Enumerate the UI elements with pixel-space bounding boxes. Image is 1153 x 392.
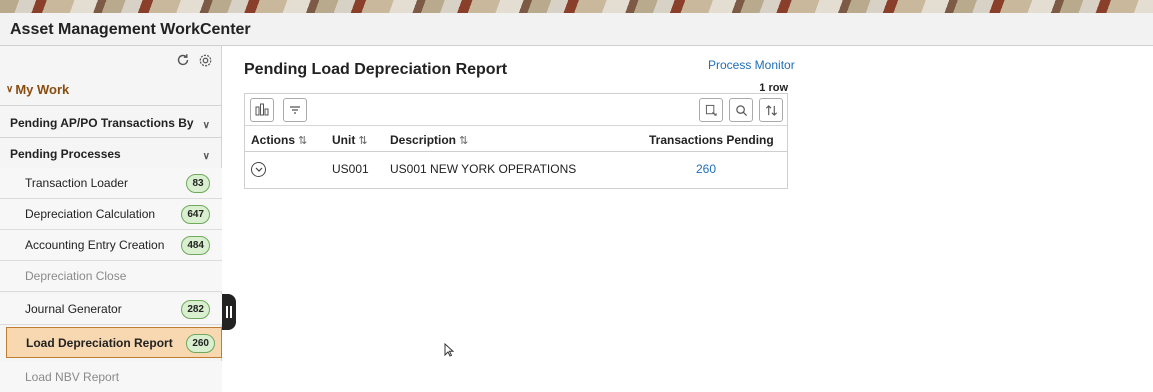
sidebar-item-label: Load NBV Report: [25, 369, 120, 384]
sidebar-item-label: Transaction Loader: [25, 176, 128, 190]
sort-icon[interactable]: [759, 98, 783, 122]
col-unit[interactable]: Unit ⇅: [332, 133, 368, 147]
table-row: US001 US001 NEW YORK OPERATIONS 260: [245, 152, 787, 188]
search-icon[interactable]: [729, 98, 753, 122]
process-monitor-link[interactable]: Process Monitor: [708, 58, 795, 72]
col-transactions-pending[interactable]: Transactions Pending: [649, 133, 774, 147]
row-actions-icon[interactable]: [251, 162, 266, 177]
count-badge: 282: [181, 300, 210, 319]
mouse-cursor-icon: [444, 342, 455, 362]
sidebar-item-accounting-entry-creation[interactable]: Accounting Entry Creation 484: [0, 230, 222, 261]
main-title: Pending Load Depreciation Report: [244, 61, 508, 78]
group-pending-processes[interactable]: Pending Processes ∨: [0, 138, 222, 170]
cell-description: US001 NEW YORK OPERATIONS: [390, 162, 577, 176]
grid-header-row: Actions ⇅ Unit ⇅ Description ⇅ Transactions…: [245, 126, 787, 152]
divider: [0, 105, 222, 106]
group-label: Pending Processes: [10, 147, 121, 161]
sidebar-item-label: Journal Generator: [25, 302, 122, 316]
collapse-handle-icon[interactable]: [222, 294, 236, 330]
sidebar-item-load-depreciation-report[interactable]: Load Depreciation Report 260: [6, 327, 222, 358]
cell-unit: US001: [332, 162, 369, 176]
sidebar-item-depreciation-close[interactable]: Depreciation Close: [0, 261, 222, 292]
title-bar: Asset Management WorkCenter: [0, 13, 1153, 46]
header-banner: [0, 0, 1153, 13]
count-badge: 484: [181, 236, 210, 255]
sidebar-item-label: Load Depreciation Report: [26, 335, 173, 350]
refresh-icon[interactable]: [175, 52, 191, 68]
my-work-label: My Work: [15, 81, 70, 97]
chevron-down-icon: ∨: [202, 120, 210, 131]
col-description[interactable]: Description ⇅: [390, 133, 468, 147]
sidebar: ∨ My Work Pending AP/PO Transactions By …: [0, 46, 222, 392]
export-icon[interactable]: [699, 98, 723, 122]
filter-icon[interactable]: [283, 98, 307, 122]
count-badge: 83: [186, 174, 210, 193]
cell-transactions-pending-link[interactable]: 260: [696, 162, 716, 176]
sidebar-item-load-nbv-report[interactable]: Load NBV Report: [0, 361, 222, 392]
sidebar-tools: [175, 52, 213, 68]
chevron-down-icon: ∨: [6, 83, 14, 95]
count-badge: 647: [181, 205, 210, 224]
sidebar-item-depreciation-calculation[interactable]: Depreciation Calculation 647: [0, 199, 222, 230]
sidebar-item-label: Depreciation Calculation: [25, 207, 156, 221]
page-title: Asset Management WorkCenter: [10, 21, 251, 38]
gear-icon[interactable]: [197, 52, 213, 68]
group-pending-ap-po[interactable]: Pending AP/PO Transactions By ∨: [0, 107, 222, 139]
group-label: Pending AP/PO Transactions By: [10, 116, 194, 130]
my-work-toggle[interactable]: ∨ My Work: [0, 78, 222, 100]
count-badge: 260: [186, 334, 215, 353]
sidebar-item-transaction-loader[interactable]: Transaction Loader 83: [0, 168, 222, 199]
chart-icon[interactable]: [250, 98, 274, 122]
sidebar-item-journal-generator[interactable]: Journal Generator 282: [0, 294, 222, 325]
grid-toolbar: [245, 94, 787, 126]
sidebar-item-label: Accounting Entry Creation: [25, 238, 165, 252]
col-actions[interactable]: Actions ⇅: [251, 133, 307, 147]
sidebar-item-label: Depreciation Close: [25, 269, 127, 283]
chevron-down-icon: ∨: [202, 151, 210, 162]
results-grid: Actions ⇅ Unit ⇅ Description ⇅ Transactions…: [244, 93, 788, 189]
